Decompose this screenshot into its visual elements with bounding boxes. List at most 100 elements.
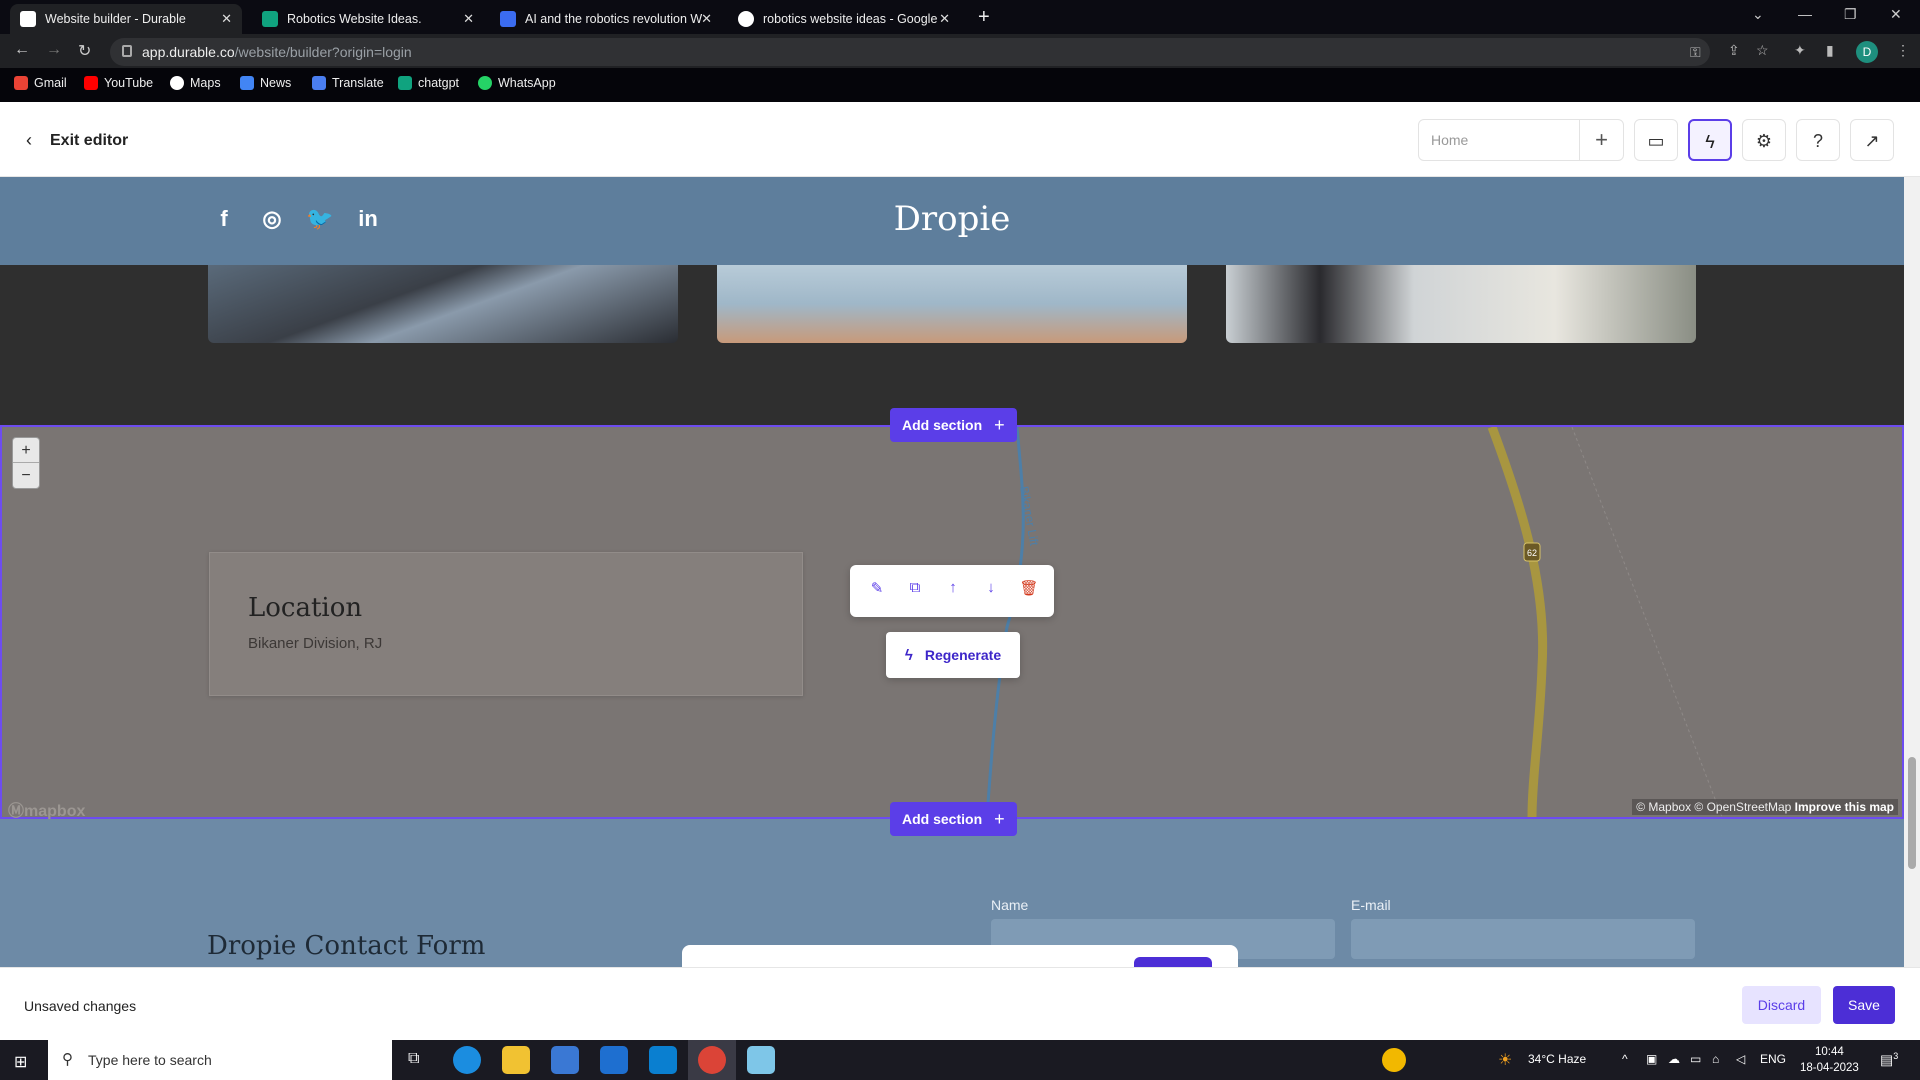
chrome-icon [698, 1046, 726, 1074]
exit-editor-button[interactable]: ‹ Exit editor [26, 130, 128, 151]
zoom-in-button[interactable]: + [13, 438, 39, 463]
discard-button[interactable]: Discard [1742, 986, 1821, 1024]
browser-tab-4[interactable]: robotics website ideas - Google ✕ [728, 4, 960, 34]
arrow-up-icon[interactable]: ↑ [942, 579, 964, 596]
bookmark-whatsapp[interactable]: WhatsApp [478, 76, 556, 90]
taskbar-search[interactable]: ⚲ Type here to search [48, 1040, 392, 1080]
notification-icon[interactable]: ▤3 [1880, 1051, 1898, 1069]
url-text[interactable]: app.durable.co/website/builder?origin=lo… [142, 44, 412, 60]
forward-icon[interactable]: → [46, 41, 62, 59]
site-canvas: f ◎ 🐦 in Dropie Bikaner Lift 62 + − Loca… [0, 177, 1904, 967]
bookmark-youtube[interactable]: YouTube [84, 76, 153, 90]
page-select[interactable]: Home + [1418, 119, 1624, 161]
address-bar[interactable]: app.durable.co/website/builder?origin=lo… [110, 38, 1710, 66]
mail-icon[interactable] [600, 1046, 628, 1074]
gallery-image-2 [717, 265, 1187, 343]
task-view-icon[interactable]: ⧉ [408, 1050, 419, 1068]
map-section[interactable]: Bikaner Lift 62 + − Location Bikaner Div… [0, 425, 1904, 821]
save-button[interactable]: Save [1833, 986, 1895, 1024]
close-icon[interactable]: ✕ [701, 11, 712, 27]
extensions-icon[interactable]: ✦ [1794, 42, 1806, 59]
tray-chevron-icon[interactable]: ^ [1622, 1052, 1628, 1066]
lightning-icon: ϟ [1705, 132, 1715, 152]
chrome-taskbar-item[interactable] [688, 1040, 736, 1080]
scrollbar-thumb[interactable] [1908, 757, 1916, 869]
sidepanel-icon[interactable]: ▮ [1826, 42, 1834, 59]
zoom-out-button[interactable]: − [13, 463, 39, 488]
browser-tab-2[interactable]: Robotics Website Ideas. ✕ [252, 4, 484, 34]
window-close-icon[interactable]: ✕ [1890, 6, 1902, 23]
url-path: /website/builder?origin=login [234, 44, 412, 60]
store-icon[interactable] [551, 1046, 579, 1074]
bookmark-chatgpt[interactable]: chatgpt [398, 76, 459, 90]
partial-popup[interactable] [682, 945, 1238, 967]
canvas-scrollbar[interactable] [1904, 177, 1920, 967]
bookmark-maps[interactable]: Maps [170, 76, 221, 90]
edge-icon[interactable] [453, 1046, 481, 1074]
pencil-icon[interactable]: ✎ [866, 579, 888, 597]
mapbox-logo[interactable]: Ⓜmapbox [8, 797, 85, 821]
bookmark-translate[interactable]: Translate [312, 76, 384, 90]
bookmark-gmail[interactable]: Gmail [14, 76, 67, 90]
profile-avatar[interactable]: D [1856, 41, 1878, 63]
windows-taskbar: ⊞ ⚲ Type here to search ⧉ ☀ 34°C Haze ^ … [0, 1040, 1920, 1080]
location-card[interactable]: Location Bikaner Division, RJ [209, 552, 803, 696]
browser-nav-bar: ← → ↻ app.durable.co/website/builder?ori… [0, 34, 1920, 68]
add-section-button-top[interactable]: Add section + [890, 408, 1017, 442]
mcafee-icon[interactable] [649, 1046, 677, 1074]
chatgpt-icon [398, 76, 412, 90]
file-explorer-icon[interactable] [502, 1046, 530, 1074]
site-favicon-icon [500, 11, 516, 27]
plus-icon: + [994, 808, 1005, 829]
meet-icon[interactable]: ▣ [1646, 1052, 1657, 1066]
desktop-preview-button[interactable]: ▭ [1634, 119, 1678, 161]
menu-icon[interactable]: ⋮ [1896, 42, 1910, 59]
arrow-down-icon[interactable]: ↓ [980, 579, 1002, 596]
tab-title: AI and the robotics revolution W [525, 12, 703, 26]
star-icon[interactable]: ☆ [1756, 42, 1769, 59]
browser-tab-1[interactable]: Website builder - Durable ✕ [10, 4, 242, 34]
trash-icon[interactable]: 🗑 [1018, 579, 1040, 597]
battery-icon[interactable]: ▭ [1690, 1052, 1701, 1066]
onedrive-icon[interactable]: ☁ [1668, 1052, 1680, 1066]
translate-icon [312, 76, 326, 90]
network-icon[interactable]: ⌂ [1712, 1052, 1719, 1066]
attribution-text[interactable]: © Mapbox © OpenStreetMap [1636, 800, 1791, 814]
language-indicator[interactable]: ENG [1760, 1052, 1786, 1066]
windows-start-icon[interactable]: ⊞ [14, 1052, 27, 1072]
open-site-button[interactable]: ↗ [1850, 119, 1894, 161]
improve-map-link[interactable]: Improve this map [1795, 800, 1894, 814]
email-field[interactable] [1351, 919, 1695, 959]
regenerate-button[interactable]: ϟ Regenerate [886, 632, 1020, 678]
bookmark-news[interactable]: News [240, 76, 291, 90]
close-icon[interactable]: ✕ [939, 11, 950, 27]
clock-date: 18-04-2023 [1800, 1062, 1859, 1074]
back-icon[interactable]: ← [14, 41, 30, 59]
browser-tab-3[interactable]: AI and the robotics revolution W ✕ [490, 4, 722, 34]
key-icon[interactable]: ⚿ [1690, 44, 1701, 61]
share-icon[interactable]: ⇪ [1728, 42, 1740, 59]
ai-button[interactable]: ϟ [1688, 119, 1732, 161]
help-button[interactable]: ? [1796, 119, 1840, 161]
popup-button[interactable] [1134, 957, 1212, 967]
notepad-icon[interactable] [747, 1046, 775, 1074]
close-icon[interactable]: ✕ [221, 11, 232, 27]
regenerate-label: Regenerate [924, 647, 1002, 663]
map-attribution: © Mapbox © OpenStreetMap Improve this ma… [1632, 799, 1898, 815]
new-tab-icon[interactable]: + [978, 6, 990, 29]
add-section-button-bottom[interactable]: Add section + [890, 802, 1017, 836]
clock[interactable]: 10:44 18-04-2023 [1800, 1044, 1859, 1076]
lock-icon [122, 45, 132, 57]
image-gallery-section[interactable] [0, 265, 1904, 425]
volume-icon[interactable]: ◁ [1736, 1052, 1745, 1066]
minimize-icon[interactable]: — [1798, 6, 1812, 22]
close-icon[interactable]: ✕ [463, 11, 474, 27]
settings-button[interactable]: ⚙ [1742, 119, 1786, 161]
add-page-button[interactable]: + [1579, 120, 1623, 160]
weather-text[interactable]: 34°C Haze [1528, 1052, 1586, 1066]
tab-search-icon[interactable]: ⌄ [1752, 6, 1764, 23]
duplicate-icon[interactable]: ⧉ [904, 579, 926, 596]
help-app-icon[interactable] [1382, 1048, 1406, 1072]
restore-icon[interactable]: ❐ [1844, 6, 1857, 23]
reload-icon[interactable]: ↻ [78, 41, 91, 61]
